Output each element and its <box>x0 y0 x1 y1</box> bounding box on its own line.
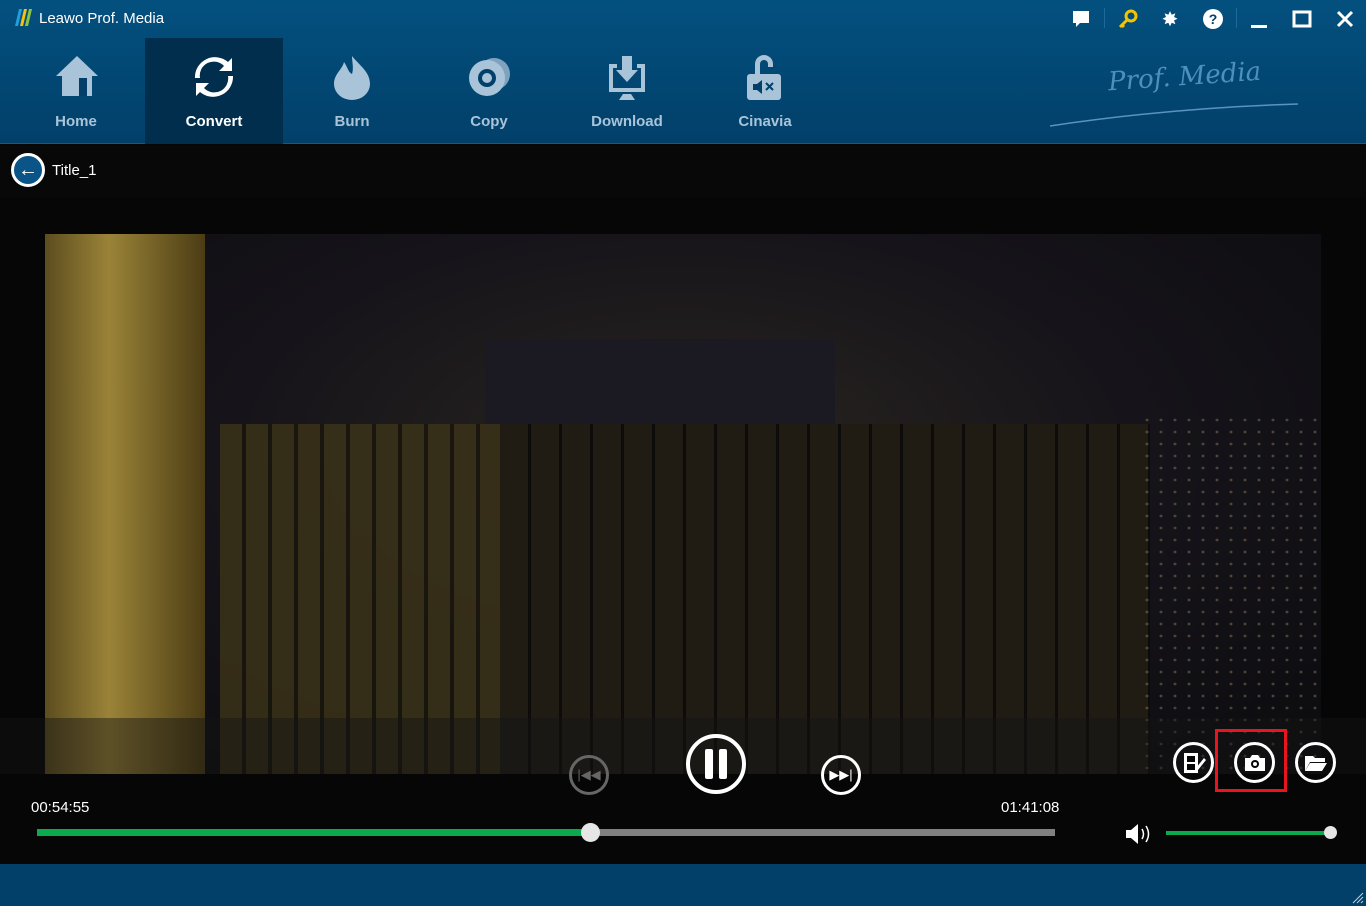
nav-label: Home <box>55 113 97 130</box>
highlight-box <box>1215 729 1287 792</box>
header: Leawo Prof. Media Home Convert Burn Copy… <box>0 0 1366 144</box>
minimize-icon <box>1251 25 1267 28</box>
film-edit-icon <box>1183 752 1206 773</box>
feedback-button[interactable] <box>1069 8 1093 30</box>
brand-logo: Prof. Media <box>1107 56 1263 98</box>
volume-handle[interactable] <box>1324 826 1337 839</box>
volume-fill <box>1166 831 1330 835</box>
nav-label: Burn <box>334 113 370 130</box>
unlock-icon <box>747 55 781 100</box>
divider <box>1104 8 1105 28</box>
nav-copy[interactable]: Copy <box>420 38 558 144</box>
pause-button[interactable] <box>686 734 746 794</box>
controls-overlay <box>0 718 1366 774</box>
svg-text:?: ? <box>1209 11 1218 27</box>
close-icon <box>1336 10 1354 28</box>
skip-forward-icon: ▶▶| <box>829 767 853 782</box>
divider <box>1236 8 1237 28</box>
control-bar <box>0 774 1366 864</box>
nav-label: Copy <box>470 113 508 130</box>
brand-swoosh <box>1050 103 1299 127</box>
progress-fill <box>37 829 590 836</box>
nav-cinavia[interactable]: Cinavia <box>696 38 834 144</box>
maximize-icon <box>1292 10 1312 28</box>
player-title-bar <box>0 145 1366 197</box>
pause-icon <box>705 749 727 779</box>
arrow-left-icon: ← <box>18 158 38 181</box>
skip-back-icon: |◀◀ <box>577 767 601 782</box>
nav-label: Convert <box>185 113 243 130</box>
nav-download[interactable]: Download <box>558 38 696 144</box>
nav-label: Cinavia <box>738 113 792 130</box>
nav-convert[interactable]: Convert <box>145 38 283 144</box>
download-icon <box>609 56 645 100</box>
nav-label: Download <box>591 113 663 130</box>
app-logo-icon <box>15 9 32 26</box>
app-title: Leawo Prof. Media <box>39 10 165 27</box>
video-building <box>45 234 205 774</box>
video-building <box>485 339 835 424</box>
maximize-button[interactable] <box>1290 8 1314 30</box>
nav-home[interactable]: Home <box>7 38 145 144</box>
next-button[interactable]: ▶▶| <box>821 755 861 795</box>
help-icon: ? <box>1203 9 1223 29</box>
video-frame[interactable] <box>45 234 1321 774</box>
help-button[interactable]: ? <box>1201 8 1225 30</box>
gear-icon: ✸ <box>1161 8 1179 31</box>
previous-button[interactable]: |◀◀ <box>569 755 609 795</box>
disc-icon <box>469 58 510 96</box>
volume-icon[interactable] <box>1125 823 1155 845</box>
flame-icon <box>334 56 370 100</box>
progress-slider[interactable] <box>37 823 1055 842</box>
close-button[interactable] <box>1333 8 1357 30</box>
video-title: Title_1 <box>52 162 97 179</box>
total-time: 01:41:08 <box>1001 799 1060 816</box>
edit-button[interactable] <box>1173 742 1214 783</box>
convert-icon <box>194 57 234 97</box>
current-time: 00:54:55 <box>31 799 90 816</box>
back-button[interactable]: ← <box>11 153 45 187</box>
open-folder-button[interactable] <box>1295 742 1336 783</box>
nav-burn[interactable]: Burn <box>283 38 421 144</box>
progress-handle[interactable] <box>580 823 600 842</box>
resize-grip-icon[interactable] <box>1352 892 1364 904</box>
register-button[interactable] <box>1116 8 1140 30</box>
home-icon <box>56 56 98 96</box>
volume-slider[interactable] <box>1166 826 1337 839</box>
minimize-button[interactable] <box>1247 8 1271 30</box>
folder-icon <box>1304 755 1327 771</box>
key-icon <box>1118 9 1138 29</box>
feedback-icon <box>1073 11 1089 27</box>
settings-button[interactable]: ✸ <box>1158 8 1182 31</box>
status-bar <box>0 864 1366 906</box>
